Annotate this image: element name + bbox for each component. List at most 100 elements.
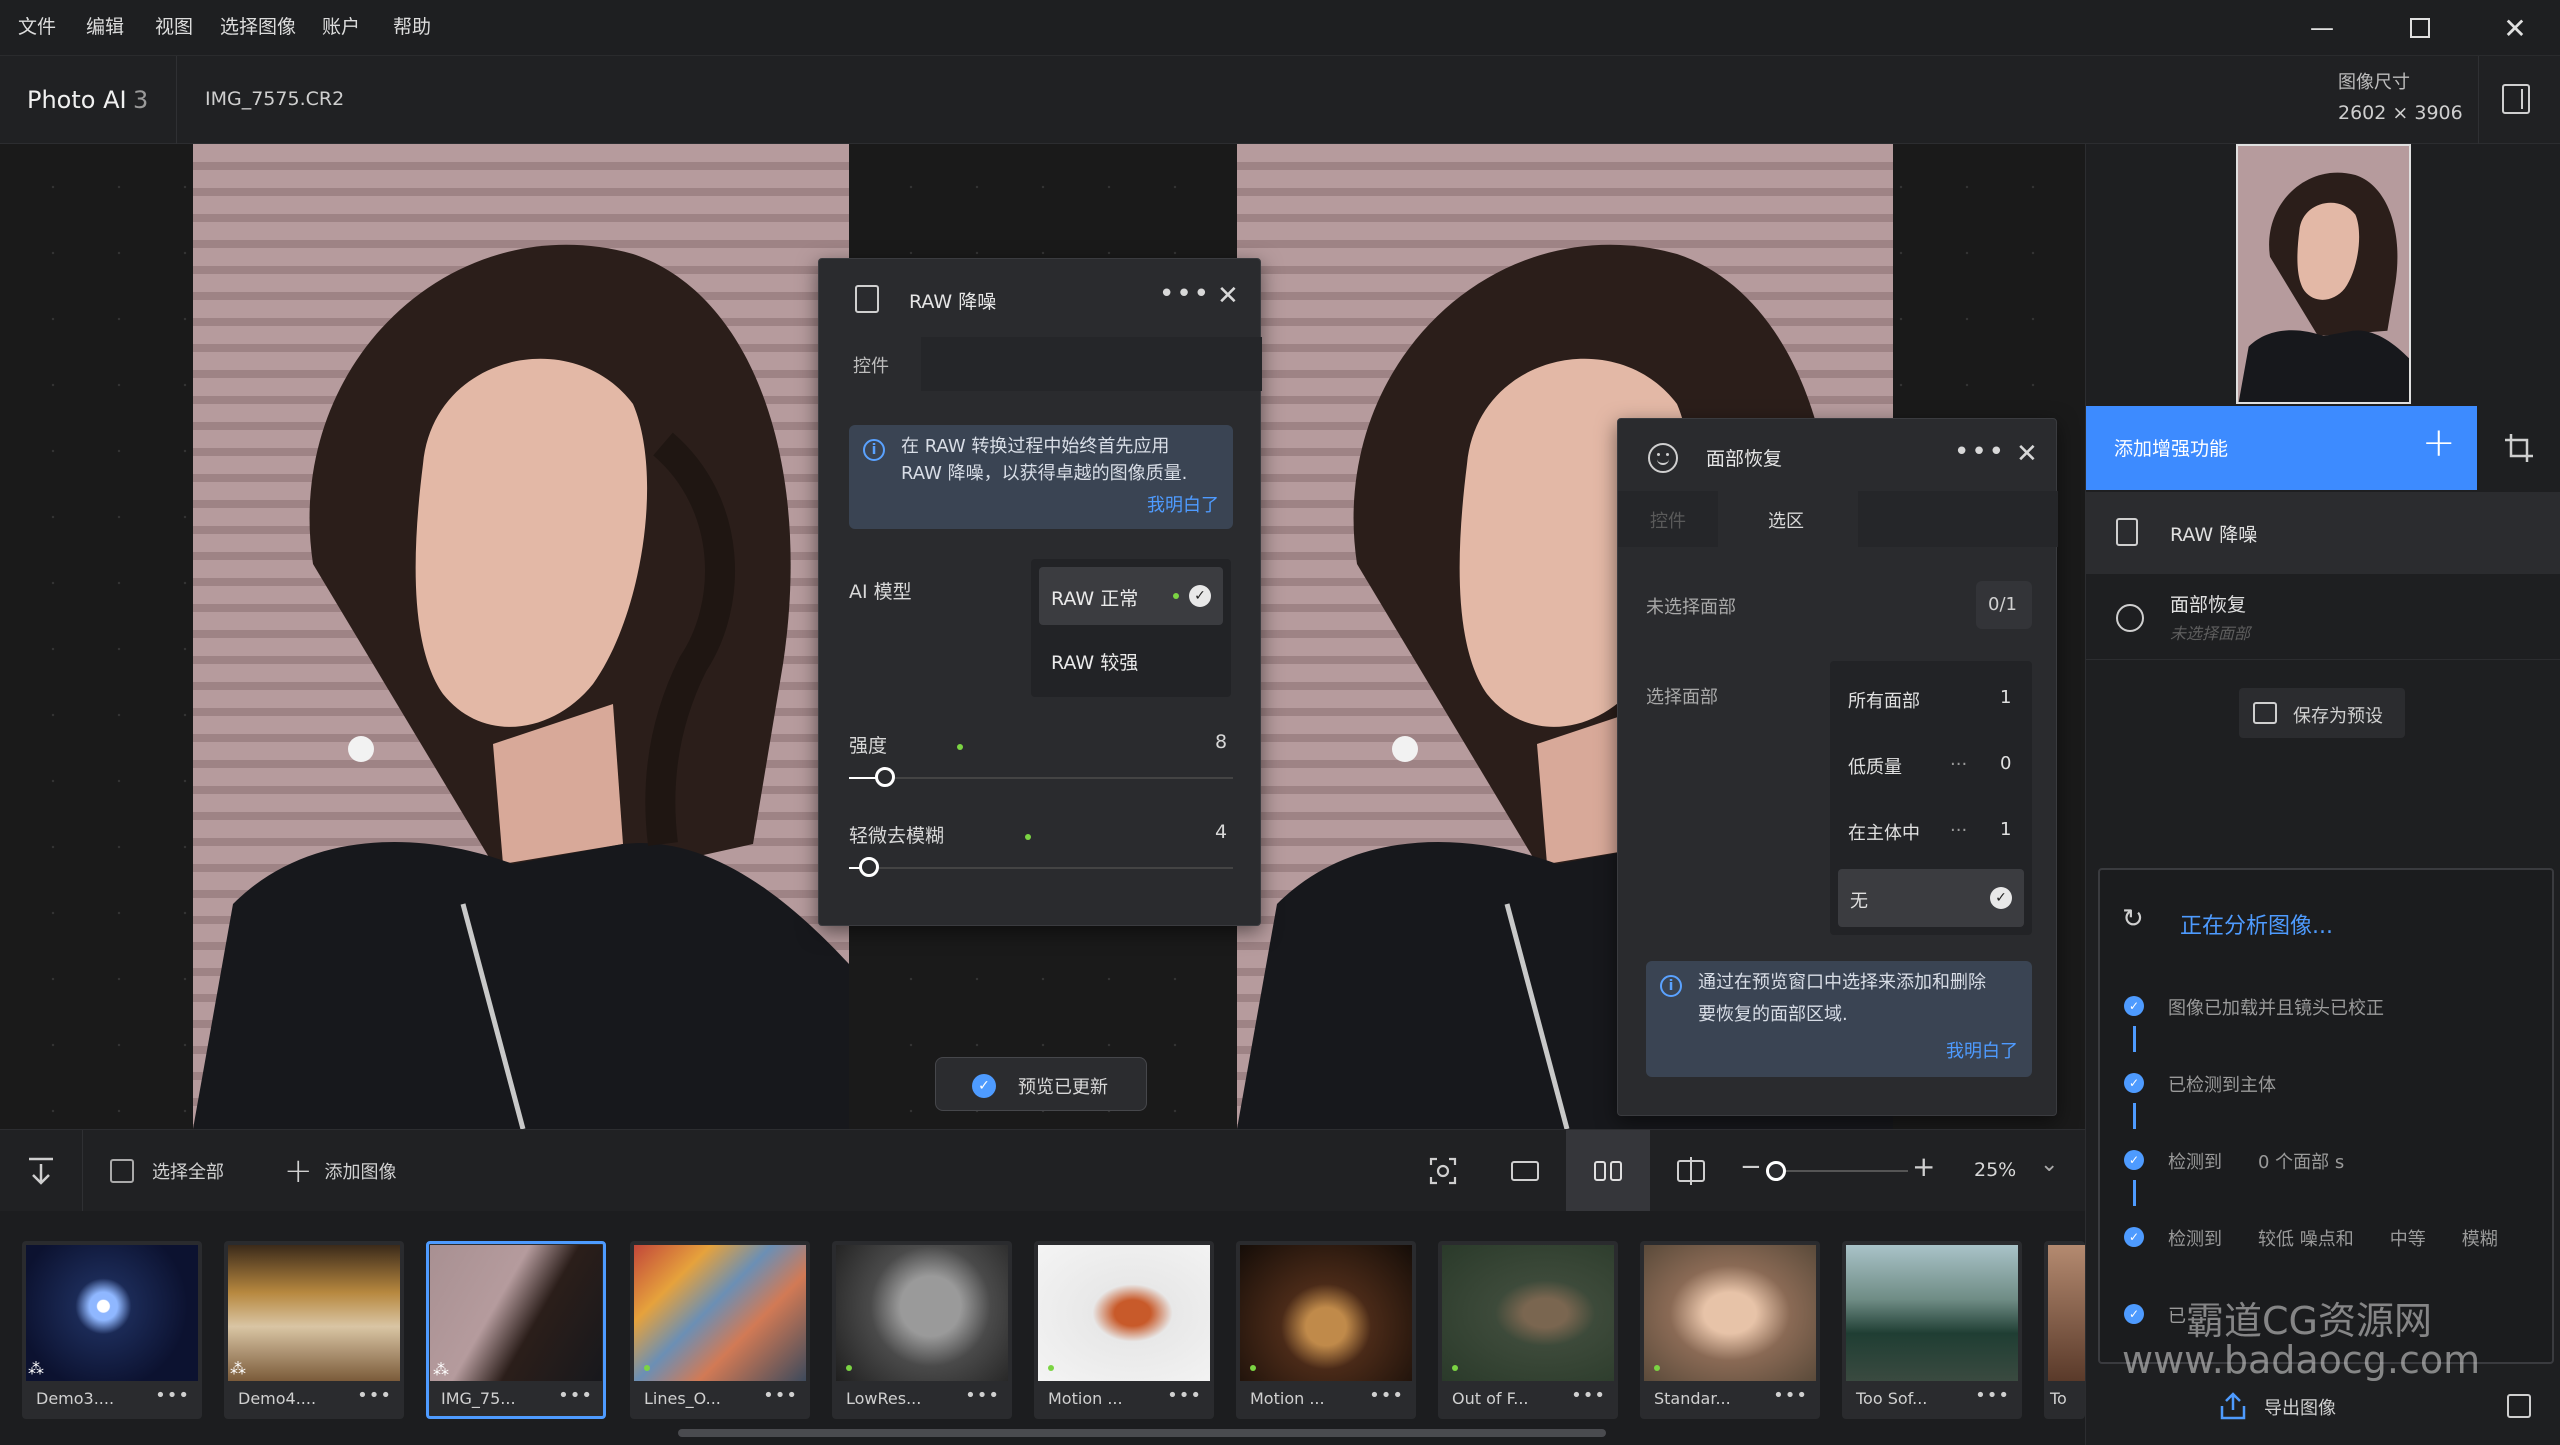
thumbnail[interactable]: Out of F... •••: [1438, 1241, 1618, 1419]
model-option-raw-strong[interactable]: RAW 较强: [1039, 631, 1223, 689]
chevron-down-icon[interactable]: ⌄: [2040, 1152, 2058, 1177]
split-view-button[interactable]: [1650, 1130, 1732, 1212]
more-options-icon[interactable]: •••: [1167, 1385, 1202, 1406]
face-info-dismiss-link[interactable]: 我明白了: [1946, 1037, 2018, 1063]
zoom-out-icon[interactable]: −: [1740, 1152, 1762, 1182]
select-faces-label: 选择面部: [1646, 687, 1718, 708]
model-option-raw-normal[interactable]: RAW 正常 ✓: [1039, 567, 1223, 625]
more-options-icon[interactable]: •••: [1773, 1385, 1808, 1406]
minimize-button[interactable]: —: [2292, 8, 2352, 48]
thumbnail-image: [430, 1245, 602, 1381]
raw-info-dismiss-link[interactable]: 我明白了: [1147, 491, 1219, 517]
face-panel-close-icon[interactable]: ✕: [2016, 439, 2038, 469]
thumbnail[interactable]: Motion ... •••: [1034, 1241, 1214, 1419]
menu-select-image[interactable]: 选择图像: [220, 12, 296, 39]
deblur-slider-knob[interactable]: [859, 857, 879, 877]
more-options-icon[interactable]: •••: [1954, 437, 2006, 467]
raw-panel-close-icon[interactable]: ✕: [1217, 281, 1239, 311]
tab-controls[interactable]: 控件: [1618, 491, 1718, 547]
more-options-icon[interactable]: •••: [1975, 1385, 2010, 1406]
more-options-icon[interactable]: •••: [357, 1385, 392, 1406]
thumbnail[interactable]: Too Sof... •••: [1842, 1241, 2022, 1419]
thumbnail[interactable]: ⁂ Demo4.... •••: [224, 1241, 404, 1419]
deblur-slider-track[interactable]: [849, 867, 1233, 869]
strength-slider-track[interactable]: [849, 777, 1233, 779]
side-by-side-view-button[interactable]: [1566, 1130, 1650, 1212]
thumbnail[interactable]: Lines_O... •••: [630, 1241, 810, 1419]
thumbnail-image: [836, 1245, 1008, 1381]
enhancement-item-raw-denoise[interactable]: RAW 降噪: [2086, 492, 2560, 574]
close-window-button[interactable]: ✕: [2485, 8, 2545, 48]
more-options-icon[interactable]: •••: [965, 1385, 1000, 1406]
filmstrip-scrollbar[interactable]: [678, 1429, 1606, 1437]
thumbnail[interactable]: ⁂ Demo3.... •••: [22, 1241, 202, 1419]
analysis-step: 已检测到主体: [2168, 1075, 2276, 1096]
crop-button[interactable]: [2477, 406, 2560, 490]
maximize-icon: [2410, 18, 2430, 38]
menu-account[interactable]: 账户: [322, 12, 360, 39]
menu-file[interactable]: 文件: [18, 12, 56, 39]
deblur-value: 4: [1215, 821, 1228, 843]
zoom-slider-knob[interactable]: [1766, 1161, 1786, 1181]
preview-original[interactable]: [193, 144, 849, 1129]
zoom-slider-track[interactable]: [1766, 1170, 1908, 1172]
thumbnail[interactable]: LowRes... •••: [832, 1241, 1012, 1419]
thumbnail-label: LowRes...: [846, 1389, 922, 1408]
face-option-count: 0: [2000, 753, 2012, 774]
more-options-icon[interactable]: •••: [558, 1385, 593, 1406]
more-options-icon[interactable]: •••: [1159, 279, 1211, 309]
more-options-icon[interactable]: •••: [1369, 1385, 1404, 1406]
unselected-faces-label: 未选择面部: [1646, 597, 1736, 618]
right-sidebar: 添加增强功能 + RAW 降噪 面部恢复 未选择面部 保存为预设 ↻ 正在分析图…: [2085, 144, 2560, 1445]
raw-badge-icon: ⁂: [28, 1359, 44, 1378]
strength-slider-knob[interactable]: [875, 767, 895, 787]
check-icon: ✓: [2124, 1227, 2144, 1247]
face-info-box: i 通过在预览窗口中选择来添加和删除 要恢复的面部区域. 我明白了: [1646, 961, 2032, 1077]
single-view-button[interactable]: [1484, 1130, 1566, 1212]
face-icon: [2116, 604, 2144, 632]
enhancement-item-label: 面部恢复: [2170, 594, 2247, 616]
thumbnail[interactable]: Standar... •••: [1640, 1241, 1820, 1419]
menu-view[interactable]: 视图: [155, 12, 193, 39]
more-options-icon[interactable]: •••: [763, 1385, 798, 1406]
export-settings-button[interactable]: [2477, 1370, 2560, 1445]
model-option-label: RAW 较强: [1051, 652, 1139, 674]
toggle-panel-button[interactable]: [2502, 84, 2530, 114]
enhancement-item-face-recovery[interactable]: 面部恢复 未选择面部: [2086, 576, 2560, 660]
menu-help[interactable]: 帮助: [393, 12, 431, 39]
face-option-label: 所有面部: [1848, 691, 1920, 712]
more-options-icon[interactable]: •••: [1571, 1385, 1606, 1406]
raw-info-box: i 在 RAW 转换过程中始终首先应用 RAW 降噪，以获得卓越的图像质量. 我…: [849, 425, 1233, 529]
menu-edit[interactable]: 编辑: [86, 12, 124, 39]
navigator-thumbnail[interactable]: [2236, 144, 2411, 404]
raw-badge-icon: ⁂: [230, 1359, 246, 1378]
thumbnail[interactable]: Motion ... •••: [1236, 1241, 1416, 1419]
close-icon: ✕: [2503, 11, 2527, 45]
analysis-title: 正在分析图像...: [2180, 914, 2333, 939]
portrait-image: [193, 144, 849, 1129]
maximize-button[interactable]: [2390, 8, 2450, 48]
zoom-in-icon[interactable]: +: [1912, 1150, 1935, 1183]
face-option-none[interactable]: 无 ✓: [1838, 869, 2024, 927]
ai-model-select: RAW 正常 ✓ RAW 较强: [1031, 559, 1231, 697]
add-enhancement-button[interactable]: 添加增强功能 +: [2086, 406, 2477, 490]
thumbnail-image: [1442, 1245, 1614, 1381]
zoom-value[interactable]: 25%: [1974, 1159, 2016, 1181]
more-options-icon[interactable]: •••: [155, 1385, 190, 1406]
focus-view-button[interactable]: [1402, 1130, 1484, 1212]
sort-button[interactable]: [0, 1130, 82, 1212]
save-preset-button[interactable]: 保存为预设: [2239, 688, 2405, 738]
add-image-button[interactable]: + 添加图像: [284, 1130, 464, 1212]
tab-selection[interactable]: 选区: [1718, 491, 1858, 547]
split-view-icon: [1677, 1157, 1705, 1185]
select-all-toggle[interactable]: 选择全部: [110, 1130, 260, 1212]
tab-controls[interactable]: 控件: [819, 337, 921, 391]
thumbnail-selected[interactable]: ⁂ IMG_75... •••: [426, 1241, 606, 1419]
face-option-low-quality[interactable]: 低质量 ... 0: [1830, 735, 2032, 793]
face-option-in-subject[interactable]: 在主体中 ... 1: [1830, 801, 2032, 859]
face-option-all[interactable]: 所有面部 1: [1830, 669, 2032, 727]
thumbnail[interactable]: To: [2044, 1241, 2085, 1419]
sort-down-icon: [29, 1157, 53, 1185]
thumbnail-label: IMG_75...: [441, 1389, 516, 1408]
check-icon: ✓: [2124, 1304, 2144, 1324]
